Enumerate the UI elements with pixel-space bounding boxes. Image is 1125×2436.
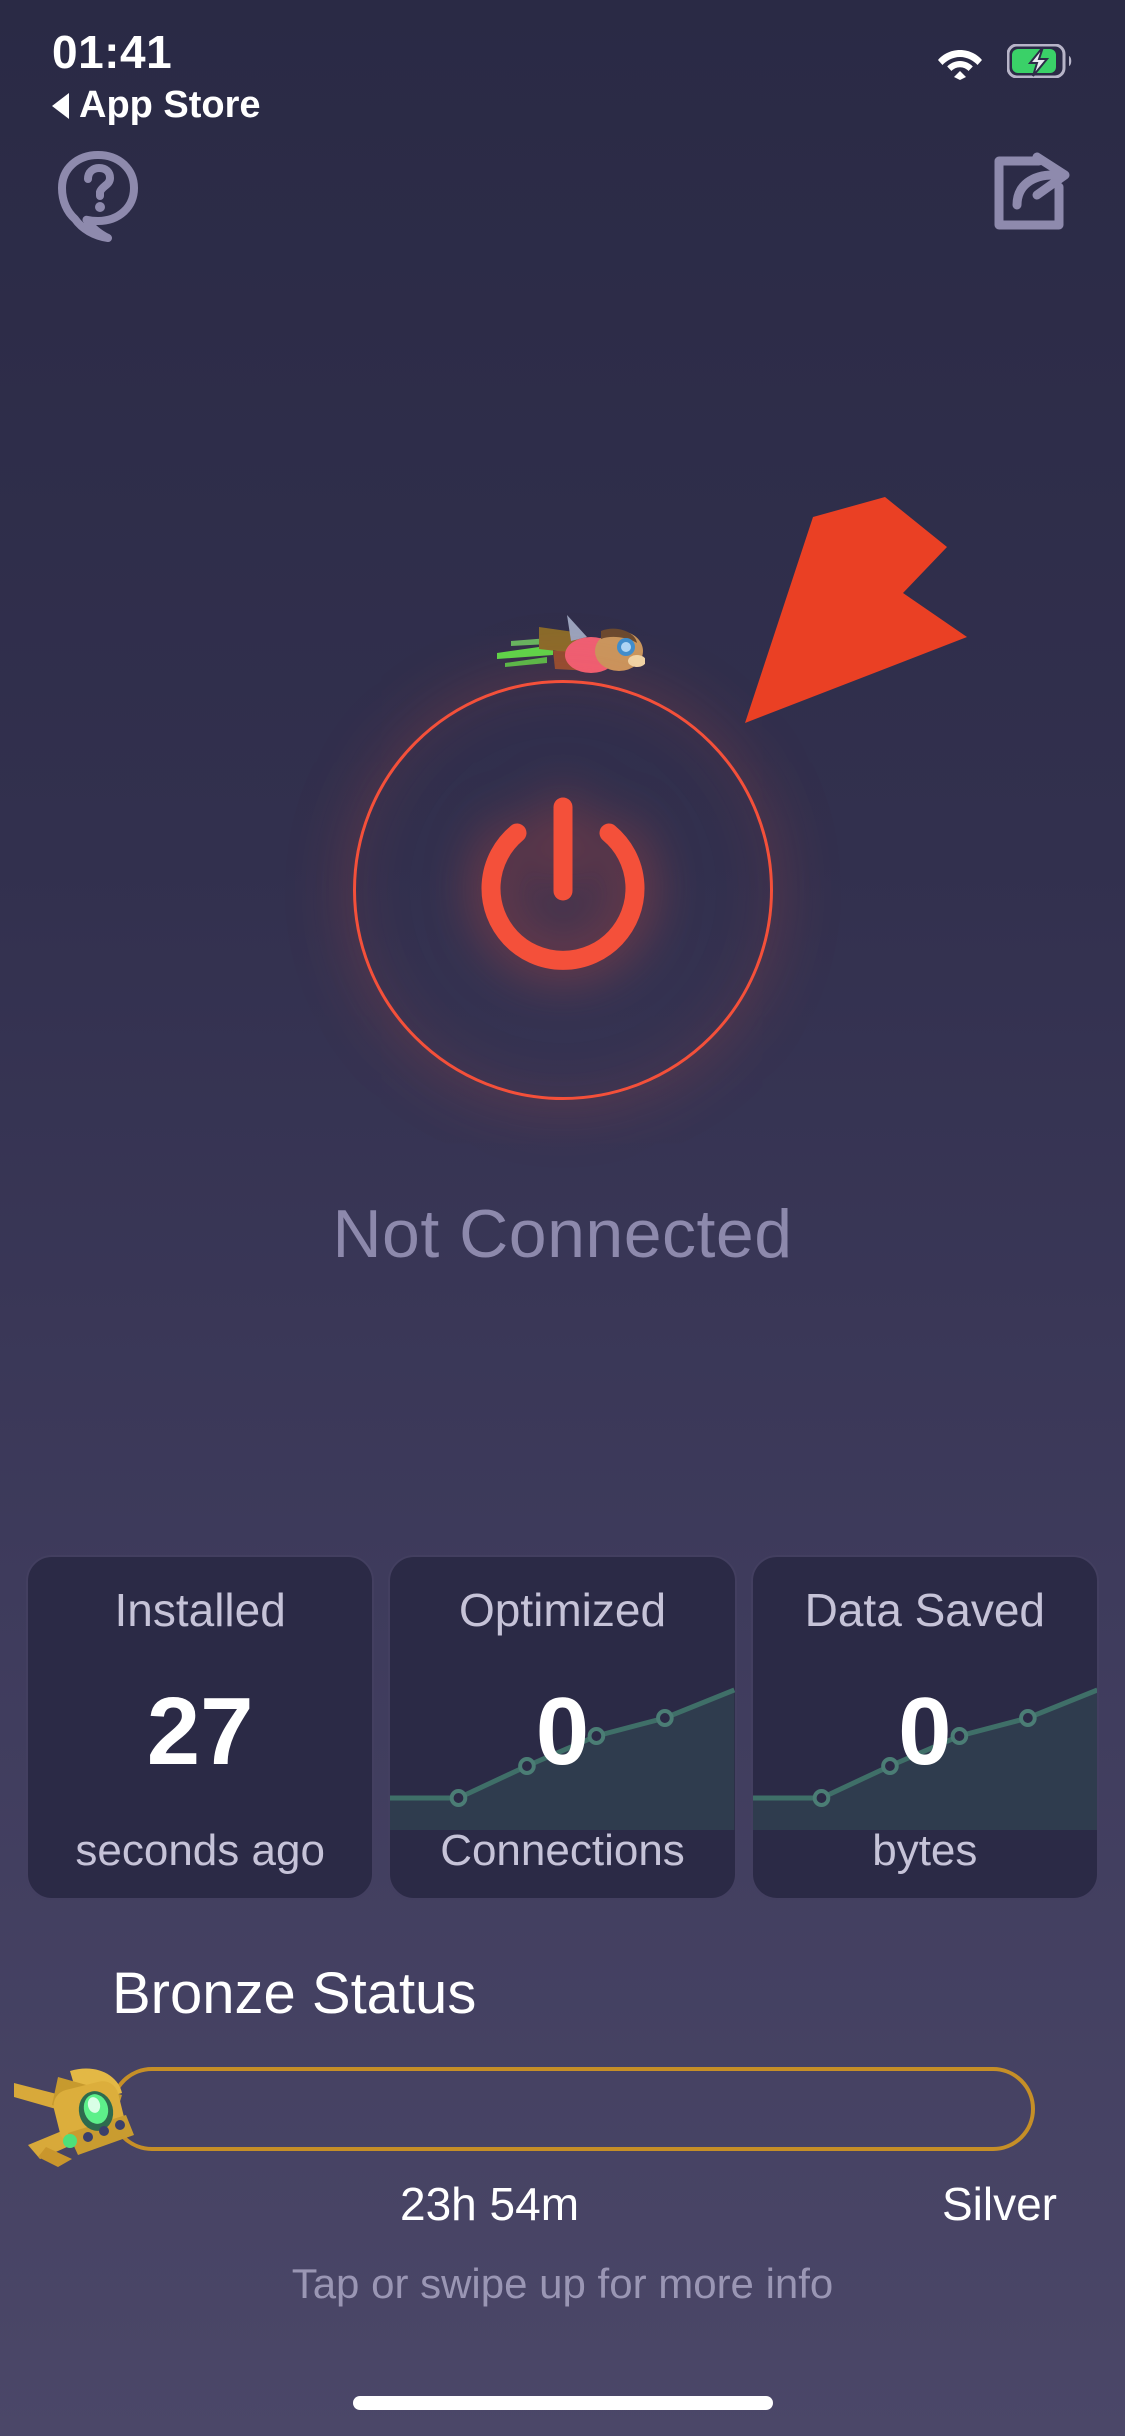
stat-card-value: 0 [535, 1677, 590, 1785]
status-bar-left: 01:41 App Store [52, 28, 261, 127]
stat-card-unit: bytes [872, 1826, 978, 1875]
stat-card-title: Installed [114, 1584, 286, 1636]
back-to-app-store-button[interactable]: App Store [52, 84, 261, 127]
power-toggle-button[interactable] [352, 680, 773, 1100]
stat-card-title: Data Saved [804, 1584, 1046, 1636]
back-label: App Store [79, 84, 261, 127]
help-question-bubble-icon[interactable] [48, 143, 148, 248]
stats-row: Installed 27 seconds ago Optimized 0 Con… [0, 1555, 1125, 1900]
stat-card-installed[interactable]: Installed 27 seconds ago [26, 1555, 375, 1900]
bronze-rocket-badge-icon [10, 2049, 190, 2169]
status-bar-right [935, 28, 1073, 85]
stat-card-value: 0 [898, 1677, 952, 1785]
next-tier-label: Silver [941, 2178, 1057, 2230]
stat-card-data-saved[interactable]: Data Saved 0 bytes [750, 1555, 1099, 1900]
caret-left-icon [52, 92, 69, 119]
hero-section: Not Connected [0, 250, 1125, 1310]
stat-card-unit: Connections [440, 1826, 685, 1875]
progress-track [110, 2067, 1035, 2151]
more-info-hint[interactable]: Tap or swipe up for more info [0, 2260, 1125, 2308]
progress-labels: 23h 54m Silver [0, 2177, 1125, 2231]
tier-progress-bar[interactable] [0, 2049, 1125, 2169]
status-section: Bronze Status 23h 54m Silver [0, 1960, 1125, 2231]
power-button-icon [448, 773, 678, 1008]
header-bar [0, 140, 1125, 250]
battery-charging-icon [1006, 43, 1073, 83]
stat-card-value: 27 [146, 1677, 254, 1785]
status-bar: 01:41 App Store [0, 0, 1125, 150]
progress-elapsed-label: 23h 54m [400, 2178, 580, 2230]
share-box-arrow-icon[interactable] [977, 143, 1077, 248]
stat-card-optimized[interactable]: Optimized 0 Connections [388, 1555, 737, 1900]
stat-card-unit: seconds ago [75, 1826, 325, 1875]
home-indicator-icon[interactable] [352, 2396, 773, 2410]
connection-status-label: Not Connected [332, 1196, 793, 1272]
tier-title: Bronze Status [112, 1961, 477, 2026]
stat-card-title: Optimized [458, 1584, 667, 1636]
status-clock: 01:41 [52, 26, 173, 78]
wifi-icon [935, 42, 985, 85]
